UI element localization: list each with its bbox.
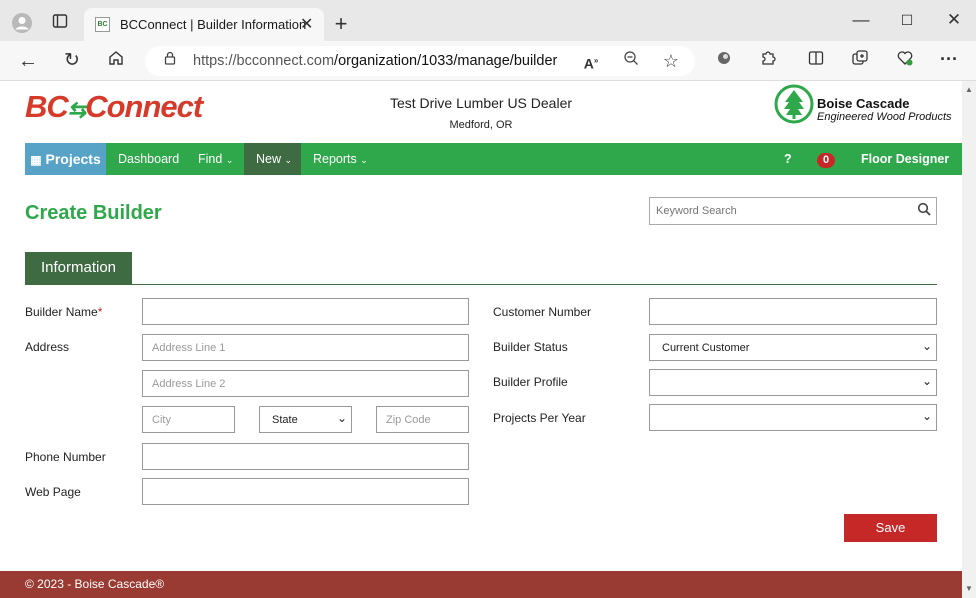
search-icon[interactable] <box>917 202 931 221</box>
new-tab-icon[interactable]: + <box>329 12 353 36</box>
more-menu-icon[interactable]: ··· <box>937 47 961 71</box>
brand-tagline: Engineered Wood Products <box>817 111 952 123</box>
chevron-down-icon: ⌄ <box>360 155 368 165</box>
scroll-down-icon[interactable]: ▼ <box>965 584 973 593</box>
builder-status-select[interactable]: Current Customer ⌄ <box>649 334 937 361</box>
builder-profile-label: Builder Profile <box>493 375 568 389</box>
notification-count-badge: 0 <box>817 153 836 168</box>
split-screen-icon[interactable] <box>804 49 828 73</box>
phone-number-label: Phone Number <box>25 450 106 464</box>
save-button[interactable]: Save <box>844 514 937 542</box>
customer-number-label: Customer Number <box>493 305 592 319</box>
page-content: BC⇆Connect Test Drive Lumber US Dealer M… <box>0 81 962 598</box>
web-page-input[interactable] <box>142 478 469 505</box>
zoom-out-icon[interactable] <box>619 49 643 73</box>
chevron-down-icon: ⌄ <box>225 155 234 165</box>
collections-icon[interactable] <box>848 49 872 73</box>
chevron-down-icon: ⌄ <box>921 374 932 388</box>
tree-icon <box>774 84 814 124</box>
customer-number-input[interactable] <box>649 298 937 325</box>
grid-icon: ▦ <box>30 153 42 167</box>
address-line2-input[interactable] <box>142 370 469 397</box>
tab-divider <box>25 284 937 285</box>
chevron-down-icon: ⌄ <box>921 409 932 423</box>
back-icon[interactable]: ← <box>16 49 40 73</box>
projects-per-year-label: Projects Per Year <box>493 411 586 425</box>
notifications-button[interactable]: 0 <box>817 143 836 175</box>
projects-per-year-select[interactable]: ⌄ <box>649 404 937 431</box>
health-icon[interactable] <box>893 49 917 73</box>
builder-name-label: Builder Name* <box>25 305 103 319</box>
refresh-icon[interactable]: ↻ <box>60 49 84 73</box>
brand-name: Boise Cascade <box>817 96 910 111</box>
footer: © 2023 - Boise Cascade® <box>0 571 962 598</box>
nav-floor-designer[interactable]: Floor Designer <box>861 143 949 175</box>
address-line1-input[interactable] <box>142 334 469 361</box>
builder-name-input[interactable] <box>142 298 469 325</box>
tab-title: BCConnect | Builder Information <box>120 17 307 32</box>
profile-icon[interactable] <box>10 12 34 36</box>
extensions-icon[interactable] <box>756 49 780 73</box>
builder-profile-select[interactable]: ⌄ <box>649 369 937 396</box>
favorite-star-icon[interactable]: ☆ <box>659 49 683 73</box>
nav-new[interactable]: New ⌄ <box>244 143 301 175</box>
city-input[interactable] <box>142 406 235 433</box>
chevron-down-icon: ⌄ <box>921 339 932 353</box>
read-aloud-icon[interactable]: A» <box>579 49 603 73</box>
maximize-icon[interactable]: ☐ <box>895 8 919 32</box>
tab-information[interactable]: Information <box>25 252 132 284</box>
address-label: Address <box>25 340 70 354</box>
phone-number-input[interactable] <box>142 443 469 470</box>
extension-circle-icon[interactable] <box>712 49 736 73</box>
main-nav: ▦ Projects Dashboard Find ⌄ New ⌄ Report… <box>25 143 962 175</box>
browser-tab[interactable]: BC BCConnect | Builder Information ✕ <box>84 8 324 41</box>
keyword-search <box>649 197 937 225</box>
tab-actions-icon[interactable] <box>48 12 72 36</box>
keyword-search-input[interactable] <box>650 198 905 224</box>
builder-status-label: Builder Status <box>493 340 568 354</box>
address-bar-row: ← ↻ https://bcconnect.com/organization/1… <box>0 41 976 81</box>
help-icon[interactable]: ? <box>784 143 792 175</box>
nav-dashboard[interactable]: Dashboard <box>118 143 179 175</box>
nav-projects[interactable]: ▦ Projects <box>25 143 106 175</box>
state-select[interactable]: State ⌄ <box>259 406 352 433</box>
close-tab-icon[interactable]: ✕ <box>300 14 313 34</box>
browser-tab-bar: BC BCConnect | Builder Information ✕ + —… <box>0 0 976 41</box>
minimize-icon[interactable]: — <box>849 8 873 32</box>
lock-icon[interactable] <box>158 49 182 73</box>
favicon: BC <box>95 17 110 32</box>
nav-find[interactable]: Find ⌄ <box>198 143 233 175</box>
url-text: https://bcconnect.com/organization/1033/… <box>193 53 558 69</box>
web-page-label: Web Page <box>25 485 81 499</box>
chevron-down-icon: ⌄ <box>336 411 347 425</box>
url-field[interactable]: https://bcconnect.com/organization/1033/… <box>145 46 695 76</box>
chevron-down-icon: ⌄ <box>284 155 293 165</box>
zip-code-input[interactable] <box>376 406 469 433</box>
close-window-icon[interactable]: ✕ <box>942 8 966 32</box>
page-scrollbar[interactable]: ▲ ▼ <box>962 81 976 598</box>
page-title: Create Builder <box>25 202 162 224</box>
home-icon[interactable] <box>104 49 128 73</box>
nav-reports[interactable]: Reports ⌄ <box>313 143 368 175</box>
scroll-up-icon[interactable]: ▲ <box>965 85 973 94</box>
